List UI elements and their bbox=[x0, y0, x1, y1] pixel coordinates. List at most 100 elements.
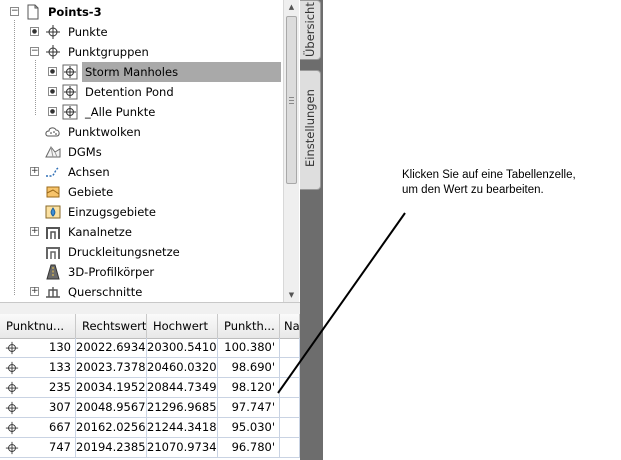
catchment-icon bbox=[45, 205, 61, 219]
tree-item-punktwolken[interactable]: Punktwolken bbox=[0, 122, 283, 142]
point-number: 130 bbox=[49, 340, 71, 354]
table-row[interactable]: 235 20034.1952' 20844.7349' 98.120' bbox=[0, 378, 300, 398]
cell-hochwert[interactable]: 21070.9734' bbox=[147, 438, 218, 458]
point-number: 307 bbox=[49, 400, 71, 414]
palette-side-tabs: Übersicht Einstellungen bbox=[300, 0, 323, 460]
node-marker: ● bbox=[48, 67, 57, 76]
drawing-icon bbox=[27, 4, 39, 20]
tab-uebersicht[interactable]: Übersicht bbox=[300, 0, 321, 60]
tree-item-label: 3D-Profilkörper bbox=[68, 265, 155, 279]
point-icon bbox=[46, 25, 60, 39]
tree-item-achsen[interactable]: + Achsen bbox=[0, 162, 283, 182]
cell-hochwert[interactable]: 21296.9685' bbox=[147, 398, 218, 418]
sections-icon bbox=[46, 287, 60, 298]
column-header-punktnummer[interactable]: Punktnu... bbox=[0, 314, 76, 338]
tree-item-label: Punkte bbox=[68, 25, 108, 39]
table-header: Punktnu... Rechtswert Hochwert Punkth...… bbox=[0, 314, 300, 339]
cell-name[interactable] bbox=[280, 358, 300, 378]
point-group-icon bbox=[62, 104, 78, 120]
cell-punkthoehe[interactable]: 100.380' bbox=[218, 338, 280, 358]
cell-rechtswert[interactable]: 20034.1952' bbox=[76, 378, 147, 398]
cell-rechtswert[interactable]: 20162.0256' bbox=[76, 418, 147, 438]
tab-uebersicht-label: Übersicht bbox=[303, 2, 317, 57]
collapse-toggle[interactable]: − bbox=[10, 7, 19, 16]
cell-punkthoehe[interactable]: 96.780' bbox=[218, 438, 280, 458]
cell-rechtswert[interactable]: 20048.9567' bbox=[76, 398, 147, 418]
prospector-panel: − Points-3 ● Punkte − Punktgruppen ● Sto… bbox=[0, 0, 300, 460]
cell-rechtswert[interactable]: 20194.2385' bbox=[76, 438, 147, 458]
table-row[interactable]: 667 20162.0256' 21244.3418' 95.030' bbox=[0, 418, 300, 438]
cell-punktnummer[interactable]: 130 bbox=[0, 338, 76, 358]
cell-punktnummer[interactable]: 307 bbox=[0, 398, 76, 418]
surface-icon bbox=[45, 146, 61, 158]
tree-item-detention-pond[interactable]: ● Detention Pond bbox=[0, 82, 283, 102]
column-header-punkthoehe[interactable]: Punkth... bbox=[218, 314, 280, 338]
scrollbar-thumb[interactable] bbox=[286, 16, 297, 184]
column-header-name[interactable]: Na bbox=[280, 314, 300, 338]
cell-punktnummer[interactable]: 667 bbox=[0, 418, 76, 438]
cell-name[interactable] bbox=[280, 418, 300, 438]
tree-item-3d-profilkoerper[interactable]: 3D-Profilkörper bbox=[0, 262, 283, 282]
column-header-rechtswert[interactable]: Rechtswert bbox=[76, 314, 147, 338]
expand-toggle[interactable]: + bbox=[30, 227, 39, 236]
cell-punkthoehe[interactable]: 98.690' bbox=[218, 358, 280, 378]
panel-splitter[interactable] bbox=[0, 302, 300, 314]
expand-toggle[interactable]: + bbox=[30, 167, 39, 176]
point-cloud-icon bbox=[45, 127, 60, 137]
site-icon bbox=[46, 186, 60, 198]
tree-item-label: Druckleitungsnetze bbox=[68, 245, 180, 259]
cell-name[interactable] bbox=[280, 438, 300, 458]
tree-item-alle-punkte[interactable]: ● _Alle Punkte bbox=[0, 102, 283, 122]
cell-punkthoehe[interactable]: 97.747' bbox=[218, 398, 280, 418]
cell-hochwert[interactable]: 20844.7349' bbox=[147, 378, 218, 398]
column-header-hochwert[interactable]: Hochwert bbox=[147, 314, 218, 338]
tree-item-label: Kanalnetze bbox=[68, 225, 132, 239]
scroll-down-arrow-icon[interactable]: ▼ bbox=[284, 288, 299, 302]
cell-punktnummer[interactable]: 747 bbox=[0, 438, 76, 458]
cell-punktnummer[interactable]: 133 bbox=[0, 358, 76, 378]
cell-hochwert[interactable]: 20460.0320' bbox=[147, 358, 218, 378]
cell-rechtswert[interactable]: 20023.7378' bbox=[76, 358, 147, 378]
tree-item-label: DGMs bbox=[68, 145, 102, 159]
tree-vertical-scrollbar[interactable]: ▲ ▼ bbox=[283, 0, 299, 302]
tree-item-dgms[interactable]: DGMs bbox=[0, 142, 283, 162]
tree-item-label: Storm Manholes bbox=[82, 62, 281, 82]
table-row[interactable]: 747 20194.2385' 21070.9734' 96.780' bbox=[0, 438, 300, 458]
cell-hochwert[interactable]: 21244.3418' bbox=[147, 418, 218, 438]
cell-punkthoehe[interactable]: 95.030' bbox=[218, 418, 280, 438]
tree-item-label: Achsen bbox=[68, 165, 110, 179]
point-number: 747 bbox=[49, 440, 71, 454]
cell-punktnummer[interactable]: 235 bbox=[0, 378, 76, 398]
tree-item-label: _Alle Punkte bbox=[85, 105, 156, 119]
table-row[interactable]: 130 20022.6934' 20300.5410' 100.380' bbox=[0, 338, 300, 358]
tree-root-points-3[interactable]: − Points-3 bbox=[0, 2, 283, 22]
cell-rechtswert[interactable]: 20022.6934' bbox=[76, 338, 147, 358]
tree-item-querschnitte[interactable]: + Querschnitte bbox=[0, 282, 283, 302]
tree-item-kanalnetze[interactable]: + Kanalnetze bbox=[0, 222, 283, 242]
point-number: 235 bbox=[49, 380, 71, 394]
collapse-toggle[interactable]: − bbox=[30, 47, 39, 56]
node-marker: ● bbox=[48, 107, 57, 116]
tree-item-storm-manholes[interactable]: ● Storm Manholes bbox=[0, 62, 283, 82]
callout-text-line-1: Klicken Sie auf eine Tabellenzelle, bbox=[402, 169, 576, 181]
tree-item-label: Gebiete bbox=[68, 185, 114, 199]
tab-einstellungen[interactable]: Einstellungen bbox=[300, 70, 321, 190]
cell-name[interactable] bbox=[280, 378, 300, 398]
callout-text-line-2: um den Wert zu bearbeiten. bbox=[402, 184, 544, 196]
table-row[interactable]: 133 20023.7378' 20460.0320' 98.690' bbox=[0, 358, 300, 378]
cell-punkthoehe[interactable]: 98.120' bbox=[218, 378, 280, 398]
pressure-network-icon bbox=[46, 247, 60, 259]
tree-item-einzugsgebiete[interactable]: Einzugsgebiete bbox=[0, 202, 283, 222]
table-row[interactable]: 307 20048.9567' 21296.9685' 97.747' bbox=[0, 398, 300, 418]
expand-toggle[interactable]: + bbox=[30, 287, 39, 296]
tree-item-gebiete[interactable]: Gebiete bbox=[0, 182, 283, 202]
cell-name[interactable] bbox=[280, 338, 300, 358]
cell-hochwert[interactable]: 20300.5410' bbox=[147, 338, 218, 358]
tree-item-punkte[interactable]: ● Punkte bbox=[0, 22, 283, 42]
cell-name[interactable] bbox=[280, 398, 300, 418]
point-group-icon bbox=[62, 64, 78, 80]
tree-item-punktgruppen[interactable]: − Punktgruppen bbox=[0, 42, 283, 62]
scroll-up-arrow-icon[interactable]: ▲ bbox=[284, 0, 299, 14]
tree-item-druckleitungsnetze[interactable]: Druckleitungsnetze bbox=[0, 242, 283, 262]
prospector-tree: − Points-3 ● Punkte − Punktgruppen ● Sto… bbox=[0, 0, 283, 302]
